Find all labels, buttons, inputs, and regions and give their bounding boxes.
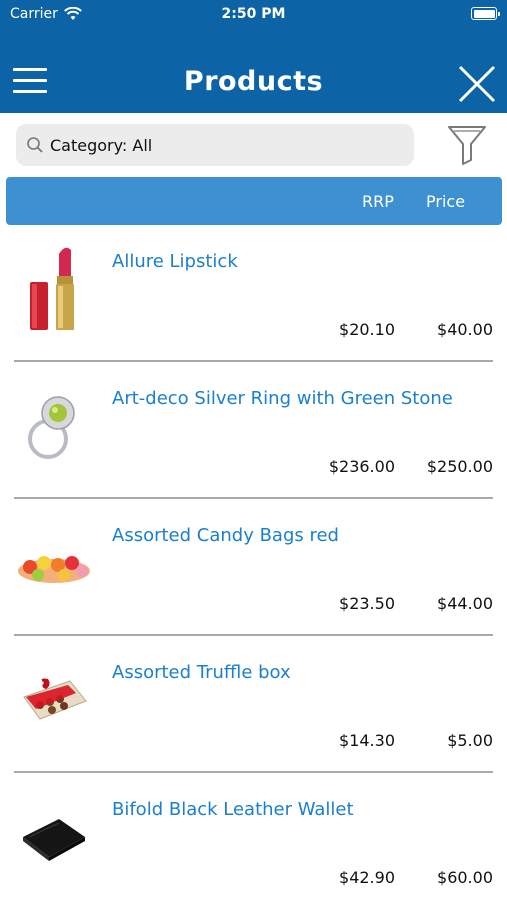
product-price: $44.00 — [437, 594, 493, 613]
product-row[interactable]: Assorted Candy Bags red $23.50 $44.00 — [14, 499, 493, 636]
product-price: $60.00 — [437, 868, 493, 887]
product-row[interactable]: Assorted Truffle box $14.30 $5.00 — [14, 636, 493, 773]
column-header: RRP Price — [6, 177, 502, 225]
battery-icon — [471, 7, 500, 20]
product-rrp: $14.30 — [339, 731, 395, 750]
product-price: $40.00 — [437, 320, 493, 339]
lipstick-image — [14, 240, 94, 340]
product-rrp: $236.00 — [328, 457, 395, 476]
product-name[interactable]: Allure Lipstick — [112, 251, 238, 272]
top-bar: Carrier 2:50 PM Products — [0, 0, 507, 113]
product-rrp: $23.50 — [339, 594, 395, 613]
status-time: 2:50 PM — [221, 6, 286, 22]
search-icon — [27, 137, 43, 153]
wallet-image — [14, 788, 94, 888]
product-name[interactable]: Bifold Black Leather Wallet — [112, 799, 354, 820]
product-name[interactable]: Art-deco Silver Ring with Green Stone — [112, 388, 453, 409]
product-rrp: $20.10 — [339, 320, 395, 339]
product-name[interactable]: Assorted Candy Bags red — [112, 525, 339, 546]
navigation-bar: Products — [0, 52, 507, 114]
product-row[interactable]: Art-deco Silver Ring with Green Stone $2… — [14, 362, 493, 499]
search-bar[interactable] — [16, 124, 414, 166]
product-name[interactable]: Assorted Truffle box — [112, 662, 291, 683]
product-row[interactable]: Allure Lipstick $20.10 $40.00 — [14, 225, 493, 362]
rrp-column-header: RRP — [362, 192, 394, 211]
search-input[interactable] — [50, 135, 390, 155]
filter-icon[interactable] — [446, 124, 488, 166]
ring-image — [14, 377, 94, 477]
page-title: Products — [183, 66, 324, 97]
product-row[interactable]: Bifold Black Leather Wallet $42.90 $60.0… — [14, 773, 493, 900]
product-price: $250.00 — [426, 457, 493, 476]
candy-image — [14, 514, 94, 614]
status-bar: Carrier 2:50 PM — [0, 0, 507, 30]
price-column-header: Price — [426, 192, 466, 211]
close-icon[interactable] — [457, 64, 497, 104]
product-rrp: $42.90 — [339, 868, 395, 887]
product-price: $5.00 — [447, 731, 493, 750]
truffle-box-image — [14, 651, 94, 751]
product-list: Allure Lipstick $20.10 $40.00 Art-deco S… — [0, 225, 507, 900]
